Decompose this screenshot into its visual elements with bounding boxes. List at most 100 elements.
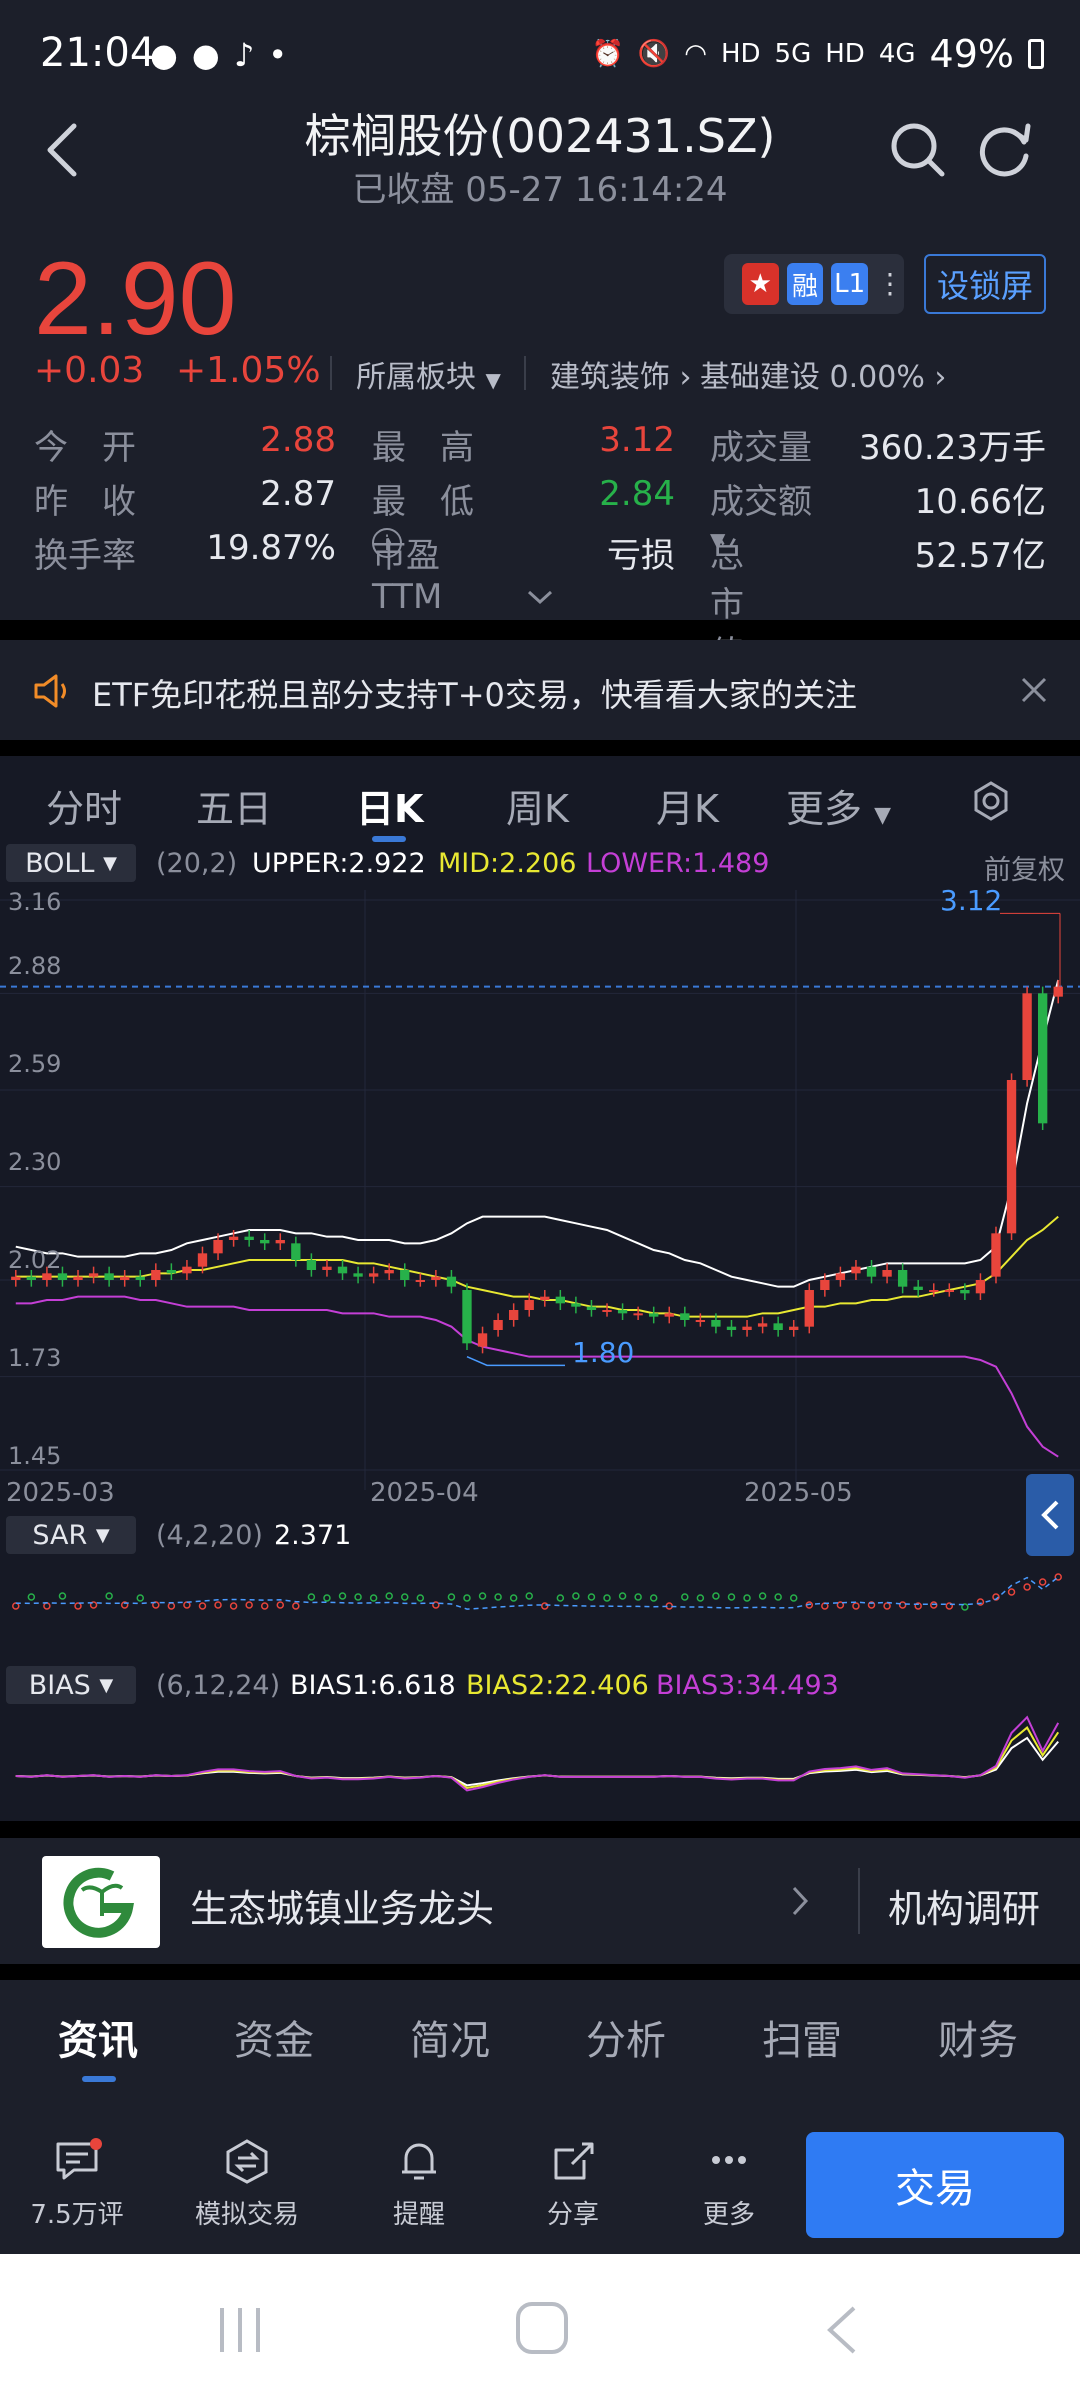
more-button[interactable]: 更多 xyxy=(664,2138,794,2231)
bias-chart xyxy=(15,1715,1060,1792)
chart-settings-icon[interactable] xyxy=(970,780,1012,822)
tab-risk-scan[interactable]: 扫雷 xyxy=(762,2008,842,2066)
refresh-icon[interactable] xyxy=(976,120,1036,180)
candle-body xyxy=(944,1290,954,1292)
tab-more[interactable]: 更多 ▼ xyxy=(786,778,891,833)
notice-banner[interactable]: ETF免印花税且部分支持T+0交易，快看看大家的关注 xyxy=(0,640,1080,740)
sar-price-line xyxy=(15,1576,1059,1610)
bias-selector[interactable]: BIAS ▼ xyxy=(6,1666,136,1704)
sar-dot xyxy=(136,1594,144,1602)
tab-intraday[interactable]: 分时 xyxy=(46,778,122,833)
candle-body xyxy=(493,1320,503,1330)
tab-daily-k[interactable]: 日K xyxy=(356,778,423,833)
recent-apps-icon[interactable] xyxy=(212,2302,268,2358)
comments-label: 7.5万评 xyxy=(30,2200,124,2230)
turnover-amount-label: 成交额 xyxy=(710,482,812,522)
boll-lower: LOWER:1.489 xyxy=(586,848,770,879)
boll-indicator-bar: BOLL ▼ (20,2) UPPER:2.922 MID:2.206 LOWE… xyxy=(0,844,1080,887)
dropdown-caret-icon: ▼ xyxy=(99,1674,114,1696)
last-price: 2.90 xyxy=(34,241,237,357)
sar-dot xyxy=(214,1601,222,1609)
candle-body xyxy=(353,1273,363,1277)
share-button[interactable]: 分享 xyxy=(508,2138,638,2231)
tab-funds[interactable]: 资金 xyxy=(234,2008,314,2066)
chevron-right-icon xyxy=(792,1886,809,1916)
candle-body xyxy=(524,1300,534,1310)
stock-header: 棕榈股份(002431.SZ) 已收盘 05-27 16:14:24 xyxy=(0,80,1080,210)
y-tick: 1.73 xyxy=(8,1344,62,1372)
sar-chart xyxy=(12,1573,1062,1611)
adjust-mode[interactable]: 前复权 xyxy=(984,848,1065,887)
candle-body xyxy=(400,1270,410,1280)
lock-screen-button[interactable]: 设锁屏 xyxy=(924,254,1046,314)
boll-upper: UPPER:2.922 xyxy=(252,848,426,879)
volume-value: 360.23万手 xyxy=(859,428,1046,468)
share-icon xyxy=(554,2142,594,2180)
sar-dot xyxy=(758,1592,767,1600)
sector-dropdown[interactable]: 所属板块 ▼ xyxy=(356,352,501,396)
expand-chevron-icon[interactable] xyxy=(525,588,555,606)
sar-dot xyxy=(369,1594,378,1602)
low-label: 最 低 xyxy=(372,482,474,522)
tab-analysis[interactable]: 分析 xyxy=(586,2008,666,2066)
candle-body xyxy=(757,1323,768,1327)
sar-dot xyxy=(12,1602,20,1610)
concept-bar[interactable]: 生态城镇业务龙头 机构调研 xyxy=(0,1838,1080,1964)
chart-panel: 分时 五日 日K 周K 月K 更多 ▼ BOLL ▼ (20,2) UPPER:… xyxy=(0,756,1080,1821)
candle-body xyxy=(322,1266,332,1270)
institution-research-link[interactable]: 机构调研 xyxy=(888,1878,1040,1933)
sar-selector[interactable]: SAR ▼ xyxy=(6,1516,136,1554)
candle-body xyxy=(415,1280,425,1282)
sar-dot xyxy=(276,1601,285,1609)
sar-dot xyxy=(587,1593,596,1601)
simulated-trade-button[interactable]: 模拟交易 xyxy=(182,2138,312,2231)
pe-value: 亏损 xyxy=(607,536,675,576)
search-icon[interactable] xyxy=(888,120,948,180)
sar-dot xyxy=(245,1601,253,1609)
home-icon[interactable] xyxy=(512,2298,572,2358)
boll-params: (20,2) xyxy=(156,848,238,879)
turnover-rate-value: 19.87% xyxy=(206,528,336,568)
candle-body xyxy=(166,1270,177,1274)
tab-finance[interactable]: 财务 xyxy=(938,2008,1018,2066)
sar-dot xyxy=(556,1594,565,1602)
candle-body xyxy=(213,1240,223,1254)
tab-five-day[interactable]: 五日 xyxy=(196,778,272,833)
trade-button[interactable]: 交易 xyxy=(806,2132,1064,2238)
sar-dot xyxy=(447,1593,456,1601)
active-tab-indicator xyxy=(82,2076,116,2082)
tiktok-icon: ♪ xyxy=(233,36,255,74)
candle-body xyxy=(88,1273,99,1277)
industry-link[interactable]: 建筑装饰 › xyxy=(550,352,692,396)
candle-body xyxy=(197,1253,208,1267)
sar-dot xyxy=(401,1593,409,1601)
stats-row: 昨 收 2.87 最 低 2.84 成交额 10.66亿 xyxy=(0,474,1080,528)
sar-dot xyxy=(1038,1578,1047,1586)
kline-chart[interactable] xyxy=(0,890,1080,1490)
side-panel-toggle[interactable] xyxy=(1026,1474,1074,1556)
tab-news[interactable]: 资讯 xyxy=(58,2008,138,2066)
margin-badge: 融 xyxy=(786,263,824,305)
bias-indicator-bar: BIAS ▼ (6,12,24) BIAS1:6.618 BIAS2:22.40… xyxy=(0,1666,1080,1706)
bias-line xyxy=(15,1715,1060,1792)
status-time: 21:04 xyxy=(40,30,156,76)
alert-button[interactable]: 提醒 xyxy=(354,2138,484,2231)
comments-button[interactable]: 7.5万评 xyxy=(12,2138,142,2231)
candle-body xyxy=(368,1273,379,1277)
badge-group[interactable]: ★ 融 L1 ⋮ xyxy=(724,254,904,314)
tab-monthly-k[interactable]: 月K xyxy=(656,778,719,833)
sar-dot xyxy=(572,1592,580,1600)
tab-profile[interactable]: 简况 xyxy=(410,2008,490,2066)
concept-link[interactable]: 基础建设 0.00% › xyxy=(700,352,946,396)
comment-icon xyxy=(56,2138,102,2180)
close-icon[interactable] xyxy=(1020,676,1048,704)
divider xyxy=(858,1868,860,1934)
system-back-icon[interactable] xyxy=(822,2302,862,2358)
tab-weekly-k[interactable]: 周K xyxy=(506,778,569,833)
candle-body xyxy=(835,1273,846,1280)
sar-dot xyxy=(198,1602,207,1610)
boll-selector[interactable]: BOLL ▼ xyxy=(6,844,136,882)
exchange-icon xyxy=(226,2139,268,2184)
sar-dot xyxy=(852,1602,860,1610)
candle-body xyxy=(820,1280,830,1290)
